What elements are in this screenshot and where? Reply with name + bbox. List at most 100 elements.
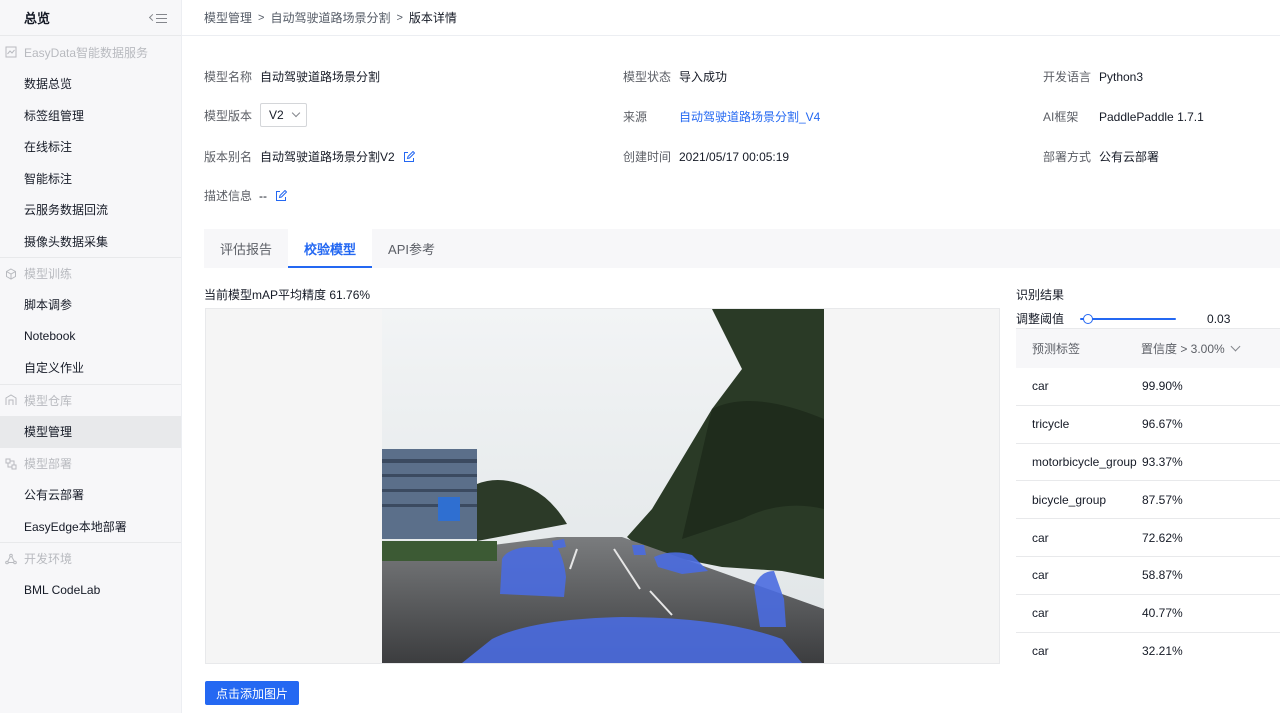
cube-icon (4, 267, 18, 281)
deploy-label: 部署方式 (1043, 150, 1092, 164)
threshold-slider[interactable] (1080, 313, 1177, 325)
predicted-label-cell: tricycle (1032, 417, 1070, 432)
threshold-label: 调整阈值 (1016, 312, 1065, 326)
tab-eval-report[interactable]: 评估报告 (204, 229, 288, 268)
sidebar-group-label: 模型仓库 (24, 393, 73, 408)
chevron-right-icon: > (258, 11, 265, 24)
chevron-down-icon (1230, 341, 1241, 352)
sidebar-item[interactable]: Notebook (0, 321, 181, 353)
model-version-label: 模型版本 (204, 108, 253, 123)
sidebar-group-label: EasyData智能数据服务 (24, 45, 149, 60)
tab-api-reference[interactable]: API参考 (372, 229, 451, 268)
predicted-label-cell: car (1032, 643, 1049, 658)
results-rows: car 99.90% tricycle 96.67% motorbicycle_grou… (1016, 368, 1280, 663)
sidebar-item[interactable]: 标签组管理 (0, 100, 181, 132)
threshold-control: 调整阈值 0.03 (1016, 310, 1230, 327)
sidebar-item[interactable]: 数据总览 (0, 68, 181, 100)
edit-desc-icon[interactable] (275, 189, 287, 202)
predicted-label-cell: car (1032, 568, 1049, 583)
col-confidence-filter[interactable]: 置信度 > 3.00% (1141, 340, 1241, 357)
network-icon (4, 552, 18, 566)
ai-framework-value: PaddlePaddle 1.7.1 (1099, 109, 1204, 124)
confidence-cell: 40.77% (1142, 606, 1183, 621)
breadcrumb: 模型管理 > 自动驾驶道路场景分割 > 版本详情 (182, 0, 1280, 36)
table-row: motorbicycle_group 93.37% (1016, 444, 1280, 482)
main-content: 模型管理 > 自动驾驶道路场景分割 > 版本详情 模型名称 自动驾驶道路场景分割… (182, 0, 1280, 713)
map-precision-text: 当前模型mAP平均精度 61.76% (204, 288, 371, 302)
confidence-cell: 32.21% (1142, 643, 1183, 658)
model-version-value: V2 (269, 108, 284, 122)
predicted-label-cell: motorbicycle_group (1032, 454, 1137, 469)
info-deploy: 部署方式 公有云部署 (1043, 148, 1159, 165)
results-table: 预测标签 置信度 > 3.00% car 99.90% tricycle 96.67%… (1016, 328, 1280, 663)
results-title: 识别结果 (1016, 288, 1065, 302)
tab-bar: 评估报告 校验模型 API参考 (204, 229, 1280, 268)
desc-label: 描述信息 (204, 189, 253, 203)
slider-thumb[interactable] (1082, 313, 1093, 324)
sidebar-item[interactable]: BML CodeLab (0, 574, 181, 606)
confidence-cell: 87.57% (1142, 492, 1183, 507)
chevron-right-icon: > (396, 11, 403, 24)
sidebar-group: 开发环境 (0, 542, 181, 574)
info-dev-lang: 开发语言 Python3 (1043, 68, 1143, 85)
deploy-value: 公有云部署 (1099, 150, 1160, 164)
table-row: car 32.21% (1016, 633, 1280, 663)
add-image-button[interactable]: 点击添加图片 (205, 681, 299, 705)
sidebar-item[interactable]: 公有云部署 (0, 479, 181, 511)
model-version-select[interactable]: V2 (260, 103, 307, 127)
info-model-version: 模型版本 V2 (204, 103, 307, 127)
sidebar-group-label: 开发环境 (24, 552, 73, 566)
sidebar-item[interactable]: 摄像头数据采集 (0, 226, 181, 258)
desc-value: -- (259, 188, 267, 203)
edit-alias-icon[interactable] (403, 150, 415, 163)
table-row: car 58.87% (1016, 557, 1280, 595)
info-ai-framework: AI框架 PaddlePaddle 1.7.1 (1043, 108, 1204, 125)
chart-line-icon (4, 45, 18, 59)
collapse-sidebar-icon[interactable] (148, 11, 167, 25)
table-row: car 99.90% (1016, 368, 1280, 406)
sidebar-item[interactable]: EasyEdge本地部署 (0, 511, 181, 543)
sidebar-item[interactable]: 模型管理 (0, 415, 181, 447)
predicted-label-cell: car (1032, 379, 1049, 394)
breadcrumb-model-management[interactable]: 模型管理 (204, 9, 252, 26)
deploy-icon (4, 457, 18, 471)
sidebar-title[interactable]: 总览 (24, 8, 50, 27)
model-status-value: 导入成功 (679, 70, 728, 84)
table-row: car 72.62% (1016, 519, 1280, 557)
info-alias: 版本别名 自动驾驶道路场景分割V2 (204, 148, 415, 165)
breadcrumb-model-name[interactable]: 自动驾驶道路场景分割 (270, 9, 390, 26)
sidebar-group-label: 模型部署 (24, 457, 73, 471)
confidence-cell: 96.67% (1142, 417, 1183, 432)
source-label: 来源 (623, 110, 648, 124)
tab-validate-model[interactable]: 校验模型 (288, 229, 373, 268)
confidence-cell: 93.37% (1142, 454, 1183, 469)
sidebar-menu: EasyData智能数据服务数据总览 标签组管理 在线标注 智能标注 云服务数据回流 摄像… (0, 36, 181, 606)
model-name-value: 自动驾驶道路场景分割 (260, 70, 381, 84)
threshold-value: 0.03 (1207, 311, 1231, 326)
table-row: bicycle_group 87.57% (1016, 481, 1280, 520)
table-row: car 40.77% (1016, 595, 1280, 633)
sidebar-item[interactable]: 在线标注 (0, 131, 181, 163)
info-desc: 描述信息 -- (204, 187, 287, 204)
confidence-filter-label: 置信度 > 3.00% (1141, 342, 1225, 356)
slider-track (1080, 317, 1177, 320)
sidebar-group-label: 模型训练 (24, 267, 73, 281)
model-name-label: 模型名称 (204, 70, 253, 84)
sidebar-item[interactable]: 智能标注 (0, 163, 181, 195)
sidebar-group: EasyData智能数据服务 (0, 36, 181, 68)
sidebar-item[interactable]: 自定义作业 (0, 352, 181, 384)
breadcrumb-current: 版本详情 (408, 11, 457, 25)
col-predicted-label: 预测标签 (1032, 342, 1081, 356)
sidebar-group: 模型仓库 (0, 383, 181, 416)
ai-framework-label: AI框架 (1043, 110, 1079, 124)
info-source: 来源 自动驾驶道路场景分割_V4 (623, 108, 820, 125)
source-link[interactable]: 自动驾驶道路场景分割_V4 (679, 108, 820, 125)
predicted-label-cell: car (1032, 530, 1049, 545)
segmentation-photo (382, 309, 824, 663)
sidebar-item[interactable]: 脚本调参 (0, 289, 181, 321)
warehouse-icon (4, 393, 18, 407)
predicted-label-cell: car (1032, 606, 1049, 621)
sidebar-group: 模型训练 (0, 257, 181, 289)
dev-lang-label: 开发语言 (1043, 70, 1092, 84)
sidebar-item[interactable]: 云服务数据回流 (0, 194, 181, 226)
